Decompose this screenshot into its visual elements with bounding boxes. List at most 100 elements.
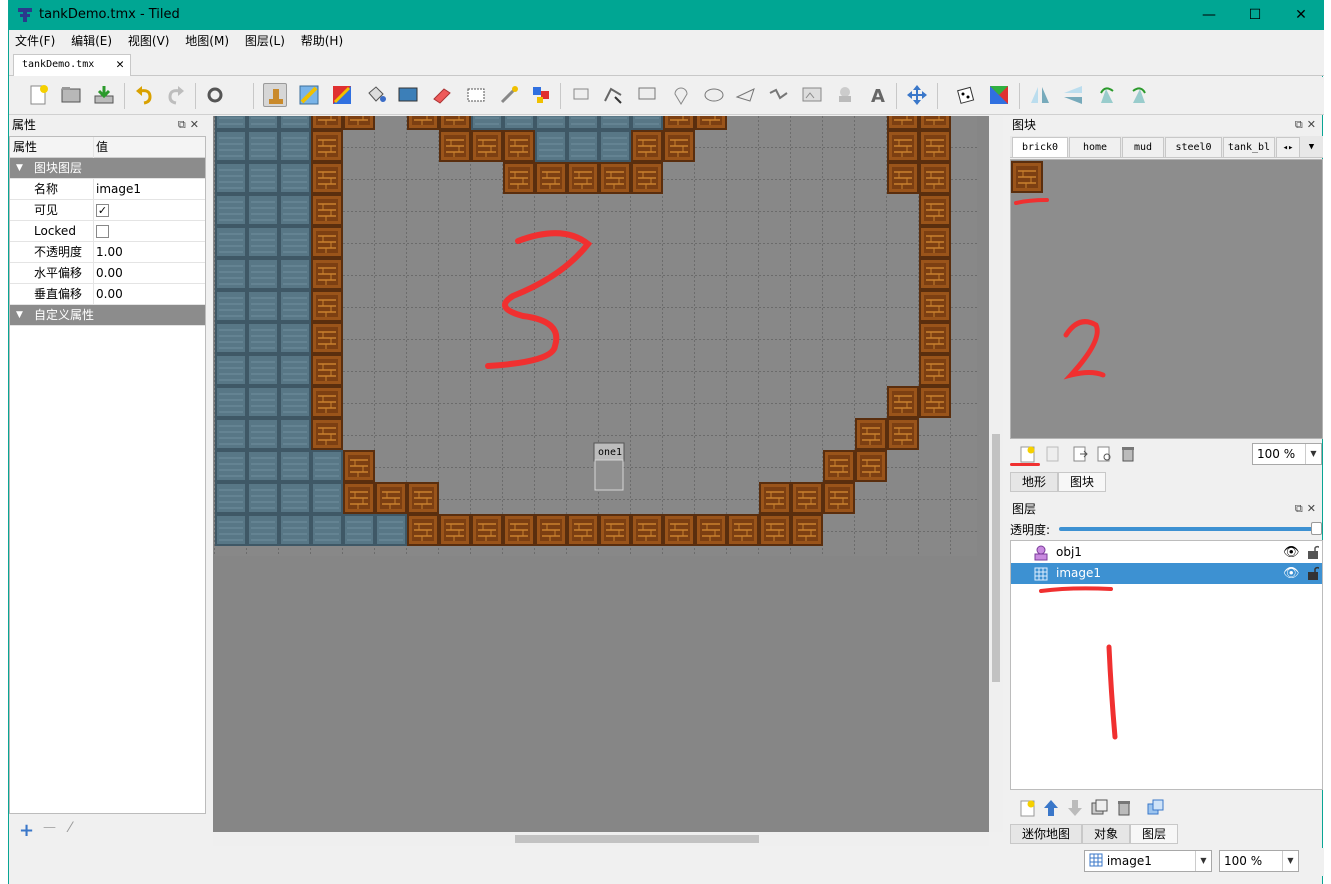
new-tileset-icon[interactable] xyxy=(1018,444,1038,464)
undo-icon[interactable] xyxy=(133,83,157,107)
insert-rectangle-icon[interactable] xyxy=(635,83,659,107)
tileset-tab-steel0[interactable]: steel0 xyxy=(1165,137,1222,158)
add-property-icon[interactable]: + xyxy=(19,820,34,841)
tab-tilesets[interactable]: 图块 xyxy=(1058,472,1107,492)
tileset-properties-icon[interactable] xyxy=(1094,444,1114,464)
property-value[interactable]: 1.00 xyxy=(96,242,123,263)
property-value[interactable]: 0.00 xyxy=(96,284,123,305)
flip-vertical-icon[interactable] xyxy=(1061,83,1085,107)
menu-file[interactable]: 文件(F) xyxy=(9,30,61,52)
object-one1[interactable]: one1 xyxy=(593,442,625,491)
insert-tile-icon[interactable] xyxy=(800,83,824,107)
tileset-tab-tank[interactable]: tank_bl xyxy=(1223,137,1275,158)
layer-row-obj1[interactable]: obj1 👁 xyxy=(1011,542,1322,563)
insert-ellipse-icon[interactable] xyxy=(702,83,726,107)
random-mode-icon[interactable] xyxy=(955,83,979,107)
map-horizontal-scrollbar[interactable] xyxy=(213,832,989,846)
rotate-left-icon[interactable] xyxy=(1095,83,1119,107)
panel-float-close-icons[interactable]: ⧉✕ xyxy=(178,116,203,134)
magic-wand-icon[interactable] xyxy=(497,83,521,107)
locked-checkbox[interactable] xyxy=(96,225,109,238)
tileset-view[interactable] xyxy=(1010,159,1323,439)
map-canvas[interactable]: one1 xyxy=(213,116,1003,832)
edit-polygons-icon[interactable] xyxy=(601,83,625,107)
insert-polyline-icon[interactable] xyxy=(767,83,791,107)
insert-polygon-icon[interactable] xyxy=(734,83,758,107)
wang-brush-icon[interactable] xyxy=(330,83,354,107)
tileset-tab-home[interactable]: home xyxy=(1069,137,1121,158)
tileset-menu-icon[interactable]: ▼ xyxy=(1301,137,1322,158)
property-row-visible[interactable]: 可见 ✓ xyxy=(10,200,205,221)
property-row-offset-y[interactable]: 垂直偏移 0.00 xyxy=(10,284,205,305)
select-same-tile-icon[interactable] xyxy=(529,83,553,107)
shape-fill-icon[interactable] xyxy=(396,83,420,107)
property-group-tile-layer[interactable]: ▼ 图块图层 xyxy=(10,158,205,179)
embed-tileset-icon[interactable] xyxy=(1042,444,1062,464)
toggle-other-layers-icon[interactable] xyxy=(1146,798,1166,818)
eye-icon[interactable]: 👁 xyxy=(1283,542,1300,563)
document-tab[interactable]: tankDemo.tmx ✕ xyxy=(13,54,131,76)
tileset-tab-brick0[interactable]: brick0 xyxy=(1012,137,1068,158)
close-button[interactable]: ✕ xyxy=(1278,0,1324,30)
lower-layer-icon[interactable] xyxy=(1065,798,1085,818)
minimize-button[interactable]: — xyxy=(1186,0,1232,30)
steel-tile xyxy=(214,289,248,323)
terrain-brush-icon[interactable] xyxy=(297,83,321,107)
opacity-slider-handle[interactable] xyxy=(1311,522,1322,535)
open-icon[interactable] xyxy=(59,83,83,107)
property-row-offset-x[interactable]: 水平偏移 0.00 xyxy=(10,263,205,284)
stamp-brush-icon[interactable] xyxy=(263,83,287,107)
panel-float-close-icons[interactable]: ⧉✕ xyxy=(1295,500,1320,518)
current-layer-combo[interactable]: image1 ▼ xyxy=(1084,850,1212,872)
select-objects-icon[interactable] xyxy=(569,83,593,107)
bucket-fill-icon[interactable] xyxy=(364,83,388,107)
property-value[interactable]: image1 xyxy=(96,179,141,200)
menu-help[interactable]: 帮助(H) xyxy=(295,30,349,52)
maximize-button[interactable]: ☐ xyxy=(1232,0,1278,30)
tab-objects[interactable]: 对象 xyxy=(1082,824,1131,844)
tab-minimap[interactable]: 迷你地图 xyxy=(1010,824,1083,844)
property-group-custom[interactable]: ▼ 自定义属性 xyxy=(10,305,205,326)
move-icon[interactable] xyxy=(905,83,929,107)
rotate-right-icon[interactable] xyxy=(1127,83,1151,107)
flip-horizontal-icon[interactable] xyxy=(1028,83,1052,107)
panel-float-close-icons[interactable]: ⧉✕ xyxy=(1295,116,1320,134)
new-map-icon[interactable] xyxy=(27,83,51,107)
property-row-name[interactable]: 名称 image1 xyxy=(10,179,205,200)
tileset-tab-mud[interactable]: mud xyxy=(1122,137,1164,158)
remove-property-icon[interactable]: — xyxy=(43,820,56,835)
export-tileset-icon[interactable] xyxy=(1070,444,1090,464)
redo-icon[interactable] xyxy=(163,83,187,107)
map-vertical-scrollbar[interactable] xyxy=(989,116,1003,832)
opacity-slider[interactable] xyxy=(1059,527,1317,531)
visible-checkbox[interactable]: ✓ xyxy=(96,204,109,217)
insert-point-icon[interactable] xyxy=(669,83,693,107)
tab-scroll-arrows-icon[interactable]: ◂▸ xyxy=(1276,137,1300,158)
wang-fill-mode-icon[interactable] xyxy=(987,83,1011,107)
menu-layer[interactable]: 图层(L) xyxy=(239,30,291,52)
save-icon[interactable] xyxy=(92,83,116,107)
remove-tileset-icon[interactable] xyxy=(1118,444,1138,464)
menu-map[interactable]: 地图(M) xyxy=(179,30,235,52)
rectangle-select-icon[interactable] xyxy=(464,83,488,107)
tile-map[interactable]: one1 xyxy=(213,116,1003,832)
document-tab-close-icon[interactable]: ✕ xyxy=(116,55,124,75)
commands-dropdown-icon[interactable]: ▼ xyxy=(205,83,245,107)
menu-view[interactable]: 视图(V) xyxy=(122,30,176,52)
rename-property-icon[interactable]: ⁄ xyxy=(69,820,71,836)
tab-layers[interactable]: 图层 xyxy=(1130,824,1179,844)
tileset-zoom-combo[interactable]: 100 % ▼ xyxy=(1252,443,1322,465)
property-value[interactable]: 0.00 xyxy=(96,263,123,284)
delete-layer-icon[interactable] xyxy=(1114,798,1134,818)
eraser-icon[interactable] xyxy=(430,83,454,107)
new-layer-icon[interactable] xyxy=(1018,798,1038,818)
insert-text-icon[interactable]: A xyxy=(866,83,890,107)
property-row-opacity[interactable]: 不透明度 1.00 xyxy=(10,242,205,263)
duplicate-layer-icon[interactable] xyxy=(1090,798,1110,818)
property-row-locked[interactable]: Locked xyxy=(10,221,205,242)
raise-layer-icon[interactable] xyxy=(1041,798,1061,818)
map-zoom-combo[interactable]: 100 % ▼ xyxy=(1219,850,1299,872)
tab-terrains[interactable]: 地形 xyxy=(1010,472,1059,492)
insert-template-icon[interactable] xyxy=(833,83,857,107)
menu-edit[interactable]: 编辑(E) xyxy=(65,30,118,52)
